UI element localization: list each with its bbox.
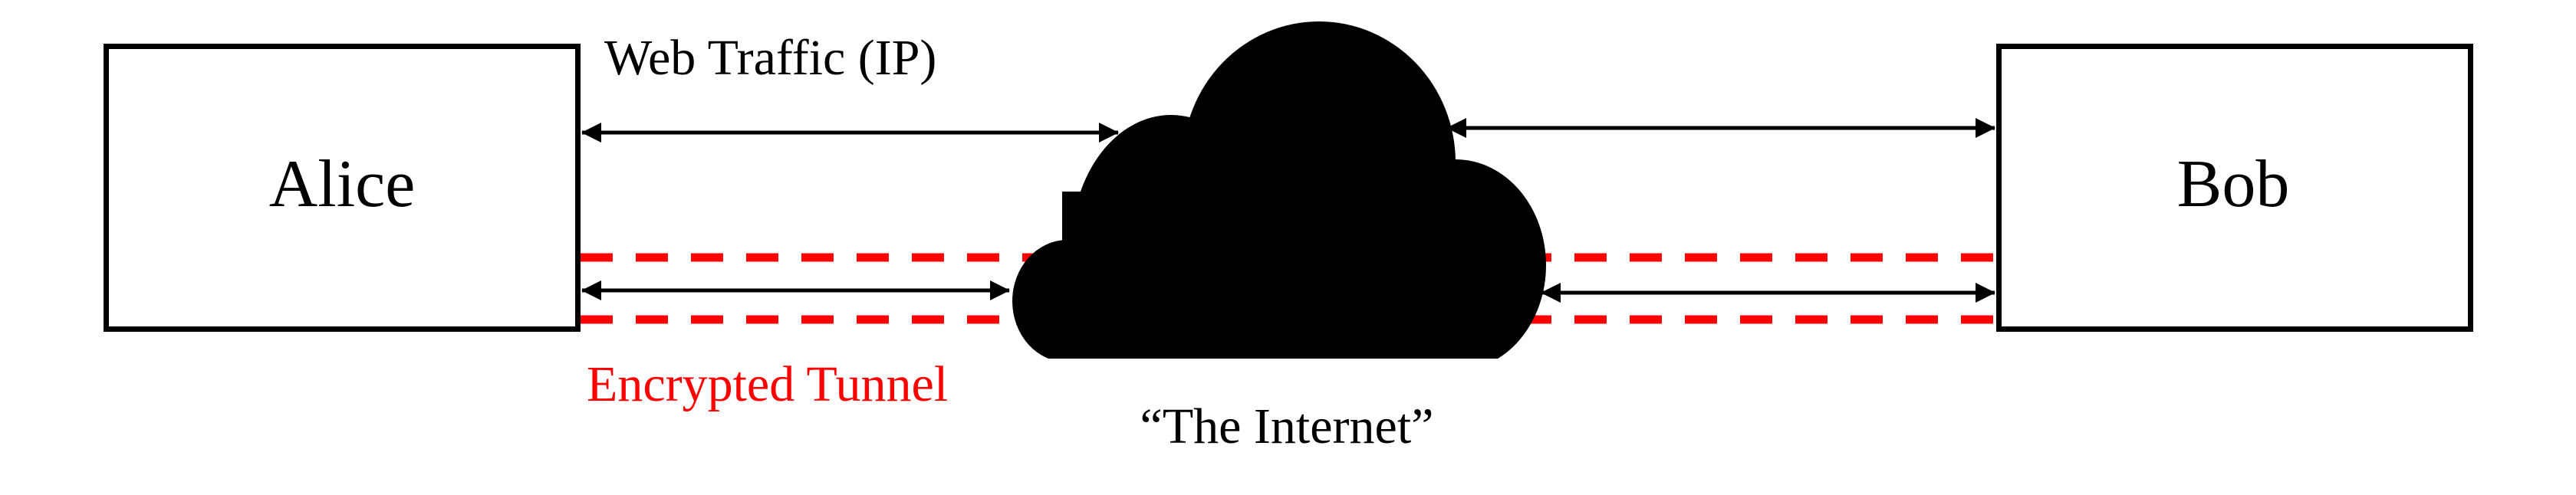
vpn-diagram: Alice Bob Web Traffic (IP) Encrypted Tun… — [104, 21, 2473, 454]
bob-label: Bob — [2177, 147, 2290, 221]
bob-node: Bob — [1996, 44, 2473, 332]
web-traffic-label: Web Traffic (IP) — [604, 30, 936, 86]
alice-label: Alice — [269, 147, 416, 221]
cloud-body — [1062, 192, 1492, 359]
cloud-icon — [1012, 21, 1546, 359]
alice-node: Alice — [104, 44, 581, 332]
encrypted-tunnel-label: Encrypted Tunnel — [587, 356, 948, 412]
internet-label: “The Internet” — [1140, 398, 1434, 454]
